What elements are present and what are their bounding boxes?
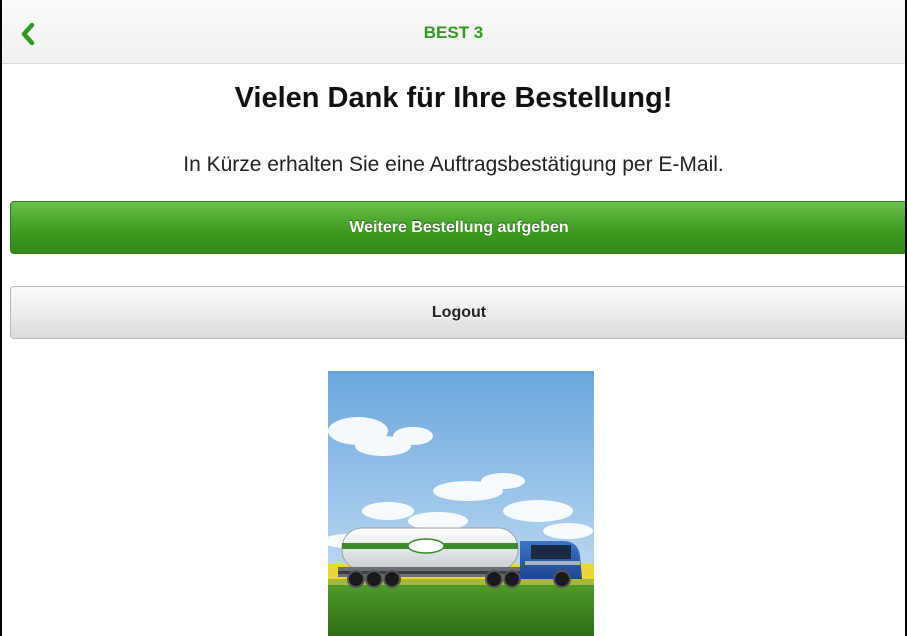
navigation-bar: BEST 3 (2, 0, 905, 64)
logout-button[interactable]: Logout (10, 286, 905, 339)
truck-photo (328, 371, 594, 636)
new-order-button[interactable]: Weitere Bestellung aufgeben (10, 201, 905, 254)
confirmation-message: In Kürze erhalten Sie eine Auftragsbestä… (183, 153, 724, 176)
page-title: BEST 3 (423, 23, 484, 42)
confirmation-heading: Vielen Dank für Ihre Bestellung! (234, 82, 673, 114)
app-screen: BEST 3 Vielen Dank für Ihre Bestellung! … (2, 0, 905, 636)
